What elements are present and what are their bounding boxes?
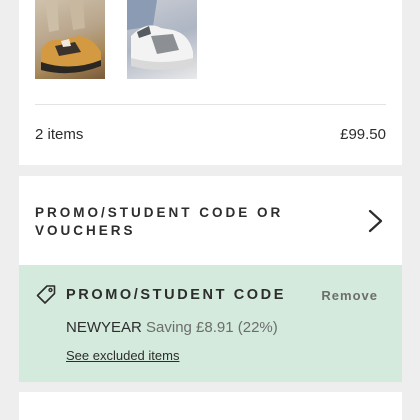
remove-promo-button[interactable]: Remove <box>321 288 378 303</box>
promo-code-value: NEWYEAR <box>66 319 142 336</box>
promo-code-entry-button[interactable]: PROMO/STUDENT CODE OR VOUCHERS <box>19 176 402 265</box>
bag-total-price: £99.50 <box>340 126 386 143</box>
tag-icon <box>36 285 56 304</box>
promo-saving-text: Saving £8.91 (22%) <box>146 319 278 336</box>
sneaker-image <box>127 0 193 70</box>
next-section-card <box>19 392 402 420</box>
divider <box>35 104 386 105</box>
see-excluded-items-link[interactable]: See excluded items <box>66 348 179 363</box>
bag-summary-card: 2 items £99.50 <box>19 0 402 165</box>
promo-code-line: NEWYEAR Saving £8.91 (22%) <box>66 319 278 336</box>
sneaker-image <box>41 0 101 74</box>
promo-code-label: PROMO/STUDENT CODE OR VOUCHERS <box>35 205 284 238</box>
chevron-right-icon <box>368 209 383 233</box>
items-count: 2 items <box>35 126 84 143</box>
product-thumbnail[interactable] <box>35 0 105 79</box>
applied-promo-title: PROMO/STUDENT CODE <box>66 287 286 303</box>
product-thumbnail[interactable] <box>127 0 197 79</box>
applied-promo-code-panel: PROMO/STUDENT CODE Remove NEWYEAR Saving… <box>19 265 402 382</box>
